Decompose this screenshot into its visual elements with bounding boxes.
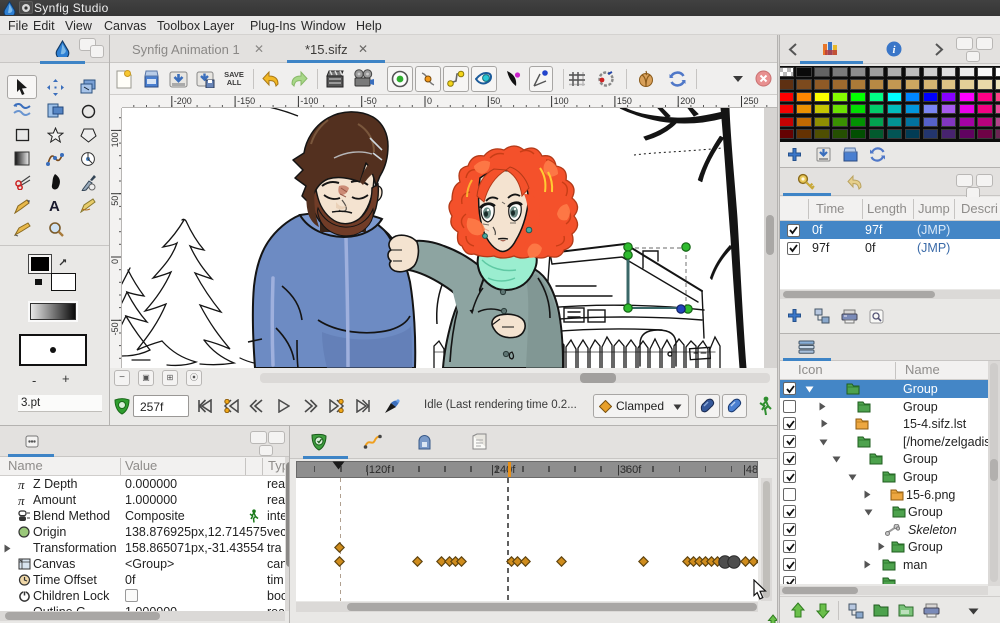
svg-text:100: 100 [110, 132, 120, 147]
svg-text:150: 150 [617, 96, 632, 106]
svg-text:-50: -50 [364, 96, 377, 106]
svg-text:0: 0 [427, 96, 432, 106]
svg-text:A: A [49, 198, 60, 214]
svg-text:-50: -50 [110, 322, 120, 335]
svg-text:π: π [18, 494, 25, 506]
svg-text:250: 250 [744, 96, 759, 106]
svg-text:π: π [18, 478, 25, 490]
svg-text:-100: -100 [300, 96, 318, 106]
svg-text:50: 50 [110, 196, 120, 206]
svg-text:-200: -200 [174, 96, 192, 106]
svg-text:100: 100 [554, 96, 569, 106]
svg-text:200: 200 [680, 96, 695, 106]
svg-text:0: 0 [110, 259, 120, 264]
svg-text:-150: -150 [237, 96, 255, 106]
svg-text:50: 50 [490, 96, 500, 106]
